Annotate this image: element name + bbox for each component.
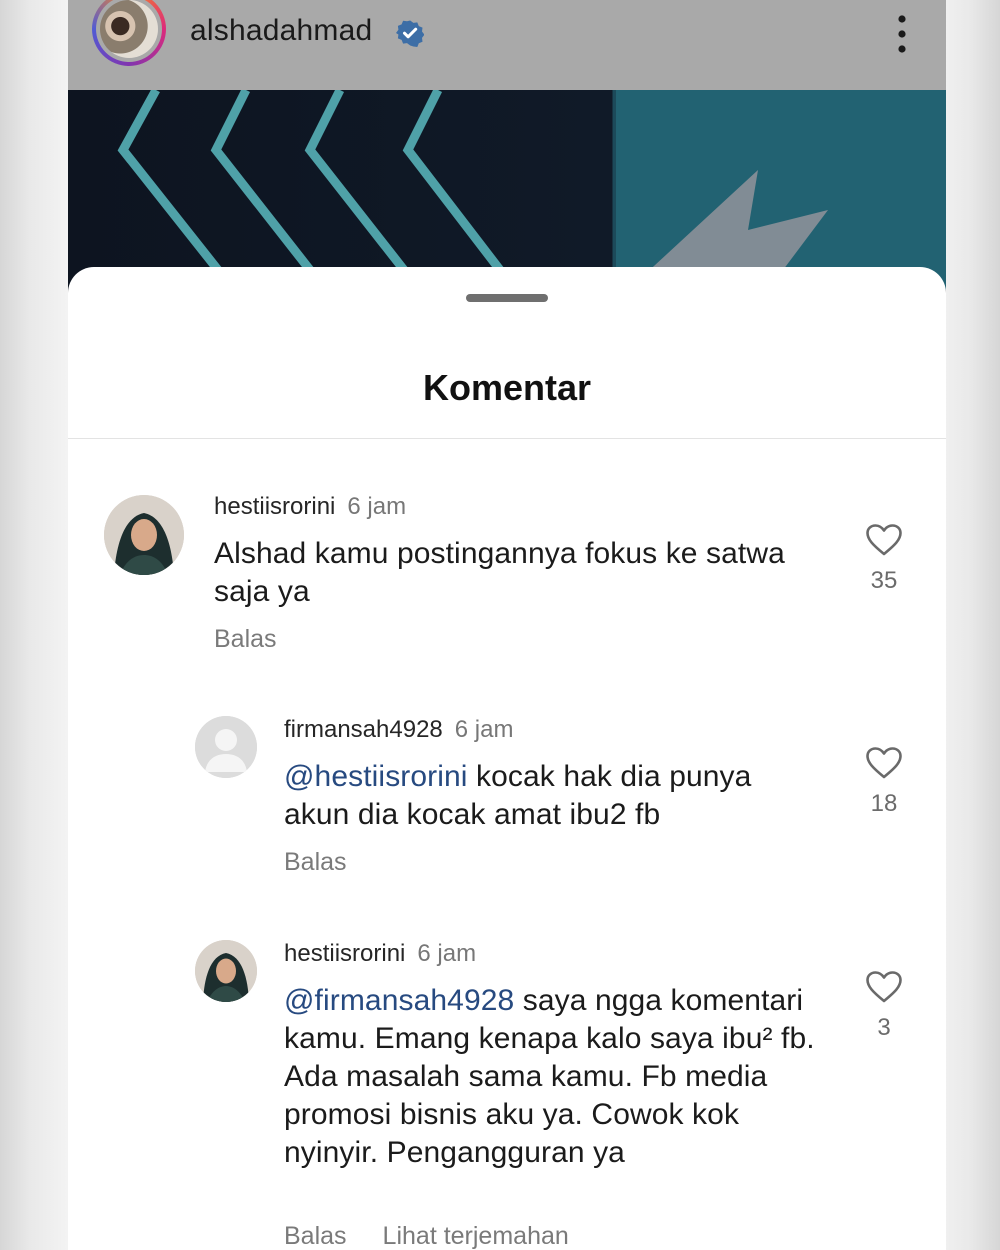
like-control: 18 (864, 746, 904, 818)
heart-outline-icon[interactable] (865, 970, 903, 1004)
comment-text: @hestiisrorini kocak hak dia punya akun … (284, 760, 752, 831)
like-control: 35 (864, 523, 904, 595)
comment-username[interactable]: firmansah4928 (284, 716, 443, 743)
like-count: 18 (870, 790, 898, 817)
avatar-photo (195, 940, 257, 1002)
comments-sheet: Komentar hestiisrorini 6 jam Alshad kamu … (68, 267, 946, 1250)
reply-button[interactable]: Balas (214, 625, 277, 653)
heart-outline-icon[interactable] (865, 523, 903, 557)
comment-text: @firmansah4928 saya ngga komentari kamu.… (284, 984, 815, 1169)
sheet-title: Komentar (422, 367, 592, 408)
heart-outline-icon[interactable] (865, 746, 903, 780)
commenter-avatar[interactable] (195, 940, 257, 1002)
comment-time: 6 jam (454, 716, 514, 743)
more-vertical-icon[interactable] (890, 14, 914, 54)
comment-mention[interactable]: @firmansah4928 (284, 984, 514, 1017)
comment-mention[interactable]: @hestiisrorini (284, 760, 468, 793)
avatar-photo (104, 495, 184, 575)
reply-button[interactable]: Balas (284, 1222, 347, 1250)
comment-username[interactable]: hestiisrorini (284, 940, 405, 967)
divider (68, 438, 946, 439)
comment-time: 6 jam (417, 940, 477, 967)
comment-text: Alshad kamu postingannya fokus ke satwa … (214, 537, 785, 608)
profile-avatar[interactable] (92, 0, 166, 66)
post-media[interactable] (68, 90, 946, 290)
sheet-drag-handle[interactable] (466, 294, 548, 302)
verified-badge-icon (396, 20, 424, 47)
like-count: 35 (870, 567, 898, 594)
reply-button[interactable]: Balas (284, 848, 347, 876)
post-username[interactable]: alshadahmad (190, 14, 372, 48)
like-count: 3 (877, 1014, 891, 1041)
comment-time: 6 jam (347, 493, 407, 520)
see-translation-button[interactable]: Lihat terjemahan (383, 1222, 569, 1250)
post-header: alshadahmad (68, 0, 946, 90)
post-image (117, 90, 946, 290)
phone-screen: alshadahmad Komentar hestiisrorini 6 jam… (68, 0, 946, 1250)
default-user-icon (195, 716, 257, 778)
commenter-avatar[interactable] (104, 495, 184, 575)
comment-username[interactable]: hestiisrorini (214, 493, 335, 520)
commenter-avatar[interactable] (195, 716, 257, 778)
like-control: 3 (864, 970, 904, 1042)
